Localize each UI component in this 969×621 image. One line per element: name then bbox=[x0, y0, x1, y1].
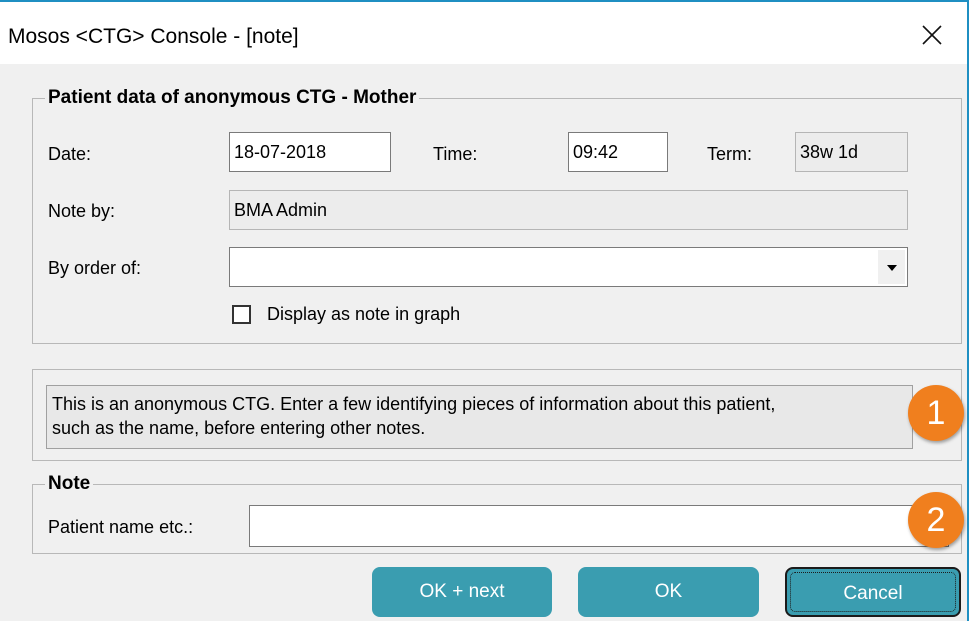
ok-button[interactable]: OK bbox=[578, 567, 759, 617]
term-field: 38w 1d bbox=[795, 132, 908, 172]
ok-next-button[interactable]: OK + next bbox=[372, 567, 552, 617]
by-order-label: By order of: bbox=[48, 258, 142, 278]
date-field[interactable]: 18-07-2018 bbox=[229, 132, 391, 172]
display-as-note-checkbox[interactable] bbox=[232, 305, 251, 324]
cancel-button[interactable]: Cancel bbox=[785, 567, 961, 617]
date-label: Date: bbox=[48, 144, 92, 164]
dialog-body: Patient data of anonymous CTG - Mother D… bbox=[0, 64, 967, 621]
window-title: Mosos <CTG> Console - [note] bbox=[8, 25, 299, 48]
info-line-2: such as the name, before entering other … bbox=[52, 418, 426, 438]
cancel-label: Cancel bbox=[843, 583, 903, 604]
info-line-1: This is an anonymous CTG. Enter a few id… bbox=[52, 394, 776, 414]
patient-name-input[interactable] bbox=[249, 505, 949, 547]
by-order-combobox[interactable] bbox=[229, 247, 908, 287]
note-group: Note Patient name etc.: bbox=[32, 472, 962, 554]
patient-data-group: Patient data of anonymous CTG - Mother D… bbox=[32, 86, 962, 344]
close-button[interactable] bbox=[913, 16, 953, 56]
display-as-note-label[interactable]: Display as note in graph bbox=[267, 303, 460, 325]
step-badge-2: 2 bbox=[908, 492, 964, 548]
anonymous-ctg-info: This is an anonymous CTG. Enter a few id… bbox=[46, 385, 913, 449]
dialog-window: Mosos <CTG> Console - [note] Patient dat… bbox=[0, 0, 969, 621]
patient-name-label: Patient name etc.: bbox=[48, 517, 194, 537]
by-order-dropdown-button[interactable] bbox=[877, 250, 905, 284]
note-by-field: BMA Admin bbox=[229, 190, 908, 230]
step-badge-1: 1 bbox=[908, 385, 964, 441]
chevron-down-icon bbox=[887, 265, 897, 271]
term-label: Term: bbox=[707, 144, 752, 164]
note-legend: Note bbox=[45, 472, 94, 496]
patient-data-legend: Patient data of anonymous CTG - Mother bbox=[45, 86, 420, 110]
info-group: This is an anonymous CTG. Enter a few id… bbox=[32, 369, 962, 461]
title-bar[interactable]: Mosos <CTG> Console - [note] bbox=[0, 2, 967, 64]
time-field[interactable]: 09:42 bbox=[568, 132, 668, 172]
note-by-label: Note by: bbox=[48, 201, 116, 221]
time-label: Time: bbox=[433, 144, 478, 164]
close-icon bbox=[922, 25, 942, 45]
